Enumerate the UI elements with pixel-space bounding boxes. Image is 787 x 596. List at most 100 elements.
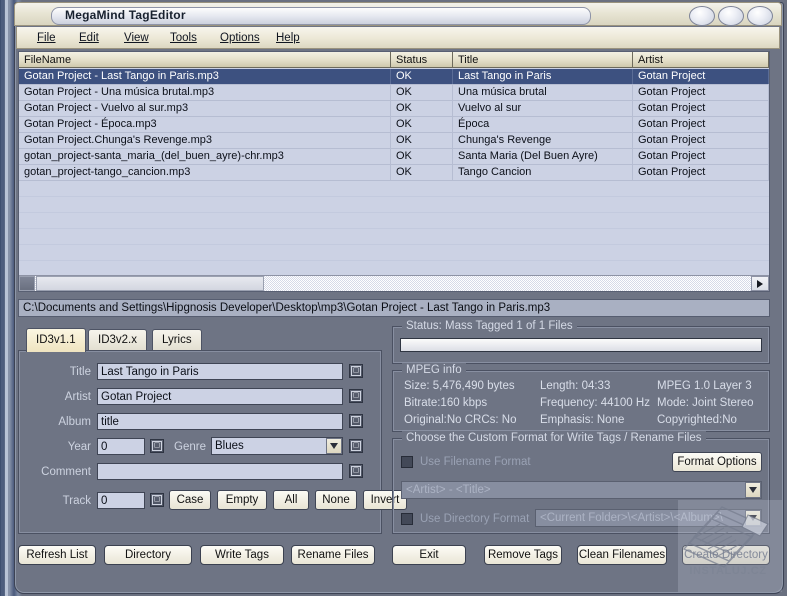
menu-file-label: File [37,32,56,44]
hscroll-left-region[interactable] [19,276,35,291]
maximize-icon[interactable] [718,6,744,26]
clear-album-button[interactable]: ▢ [349,414,363,428]
label-track: Track [25,493,91,509]
chevron-down-icon[interactable] [745,482,761,498]
menu-item-help[interactable]: Help [270,30,306,46]
column-header-artist[interactable]: Artist [633,52,769,68]
filename-format-combo[interactable]: <Artist> - <Title> [401,481,762,499]
track-input[interactable] [97,492,145,509]
cell-status: OK [391,149,453,164]
cell-filename: gotan_project-santa_maria_(del_buen_ayre… [19,149,391,164]
mpeg-size: Size: 5,476,490 bytes [404,379,515,393]
menu-options-label: Options [220,32,260,44]
minimize-icon[interactable] [689,6,715,26]
clean-filenames-button[interactable]: Clean Filenames [577,545,667,565]
refresh-list-button[interactable]: Refresh List [18,545,96,565]
menu-item-tools[interactable]: Tools [164,30,203,46]
hscroll-thumb[interactable] [36,276,264,291]
cell-title: Santa Maria (Del Buen Ayre) [453,149,633,164]
mpeg-length: Length: 04:33 [540,379,610,393]
chevron-down-icon[interactable] [326,438,342,454]
file-list-body[interactable]: Gotan Project - Last Tango in Paris.mp3O… [19,69,769,275]
cell-artist: Gotan Project [633,101,769,116]
genre-combo[interactable]: Blues [211,437,343,455]
cell-filename: Gotan Project - Una música brutal.mp3 [19,85,391,100]
case-button[interactable]: Case [169,490,211,510]
menu-item-edit[interactable]: Edit [73,30,105,46]
format-options-button[interactable]: Format Options [672,452,762,472]
cell-title: Chunga's Revenge [453,133,633,148]
table-row-empty[interactable] [19,181,769,197]
clear-year-button[interactable]: ▢ [150,439,164,453]
file-list[interactable]: FileName Status Title Artist Gotan Proje… [18,51,770,292]
artist-input[interactable] [97,388,343,405]
genre-value: Blues [215,440,244,452]
empty-button[interactable]: Empty [217,490,267,510]
tab-id3v2[interactable]: ID3v2.x [88,329,147,351]
clear-title-button[interactable]: ▢ [349,364,363,378]
arrow-right-icon [757,280,763,288]
cell-status: OK [391,101,453,116]
table-row-empty[interactable] [19,197,769,213]
table-row[interactable]: Gotan Project.Chunga's Revenge.mp3OKChun… [19,133,769,149]
tab-id3v1[interactable]: ID3v1.1 [26,328,86,352]
custom-format-title: Choose the Custom Format for Write Tags … [402,431,706,445]
use-filename-format-checkbox[interactable] [401,456,413,468]
window-title: MegaMind TagEditor [65,8,186,23]
menu-item-options[interactable]: Options [214,30,266,46]
exit-button[interactable]: Exit [392,545,466,565]
cell-title: Tango Cancion [453,165,633,180]
column-header-title[interactable]: Title [453,52,633,68]
clear-artist-button[interactable]: ▢ [349,389,363,403]
title-bar[interactable]: MegaMind TagEditor [14,2,782,26]
column-header-status[interactable]: Status [391,52,453,68]
remove-tags-button[interactable]: Remove Tags [484,545,562,565]
cell-artist: Gotan Project [633,69,769,84]
use-directory-format-label: Use Directory Format [420,512,529,526]
cell-title: Época [453,117,633,132]
table-row-empty[interactable] [19,229,769,245]
clear-comment-button[interactable]: ▢ [349,464,363,478]
table-row[interactable]: Gotan Project - Época.mp3OKÉpocaGotan Pr… [19,117,769,133]
label-title: Title [25,364,91,380]
directory-format-combo[interactable]: <Current Folder>\<Artist>\<Album>\ [535,509,762,527]
table-row[interactable]: Gotan Project - Last Tango in Paris.mp3O… [19,69,769,85]
menu-bar: File Edit View Tools Options Help [16,27,780,49]
directory-button[interactable]: Directory [104,545,192,565]
write-tags-button[interactable]: Write Tags [200,545,284,565]
hscroll-right-button[interactable] [751,276,769,291]
album-input[interactable] [97,413,343,430]
cell-filename: Gotan Project - Last Tango in Paris.mp3 [19,69,391,84]
close-icon[interactable] [747,6,773,26]
none-button[interactable]: None [315,490,357,510]
table-row[interactable]: Gotan Project - Vuelvo al sur.mp3OKVuelv… [19,101,769,117]
use-directory-format-checkbox[interactable] [401,513,413,525]
all-button[interactable]: All [273,490,309,510]
column-header-filename[interactable]: FileName [19,52,391,68]
mpeg-frequency: Frequency: 44100 Hz [540,396,650,410]
table-row[interactable]: gotan_project-santa_maria_(del_buen_ayre… [19,149,769,165]
table-row-empty[interactable] [19,245,769,261]
clear-genre-button[interactable]: ▢ [349,439,363,453]
label-artist: Artist [25,389,91,405]
label-year: Year [25,439,91,455]
file-list-hscrollbar[interactable] [19,275,769,291]
cell-status: OK [391,69,453,84]
mpeg-original-crc: Original:No CRCs: No [404,413,516,427]
clear-track-button[interactable]: ▢ [150,493,164,507]
create-directory-button[interactable]: Create Directory [682,545,770,565]
menu-item-file[interactable]: File [31,30,62,46]
year-input[interactable] [97,438,145,455]
menu-item-view[interactable]: View [118,30,155,46]
chevron-down-icon[interactable] [745,510,761,526]
cell-filename: Gotan Project - Época.mp3 [19,117,391,132]
comment-input[interactable] [97,463,343,480]
cell-artist: Gotan Project [633,149,769,164]
table-row-empty[interactable] [19,213,769,229]
rename-files-button[interactable]: Rename Files [291,545,375,565]
table-row[interactable]: Gotan Project - Una música brutal.mp3OKU… [19,85,769,101]
table-row[interactable]: gotan_project-tango_cancion.mp3OKTango C… [19,165,769,181]
title-input[interactable] [97,363,343,380]
tab-lyrics[interactable]: Lyrics [152,329,202,351]
application-window: MegaMind TagEditor File Edit View Tools … [0,0,787,596]
